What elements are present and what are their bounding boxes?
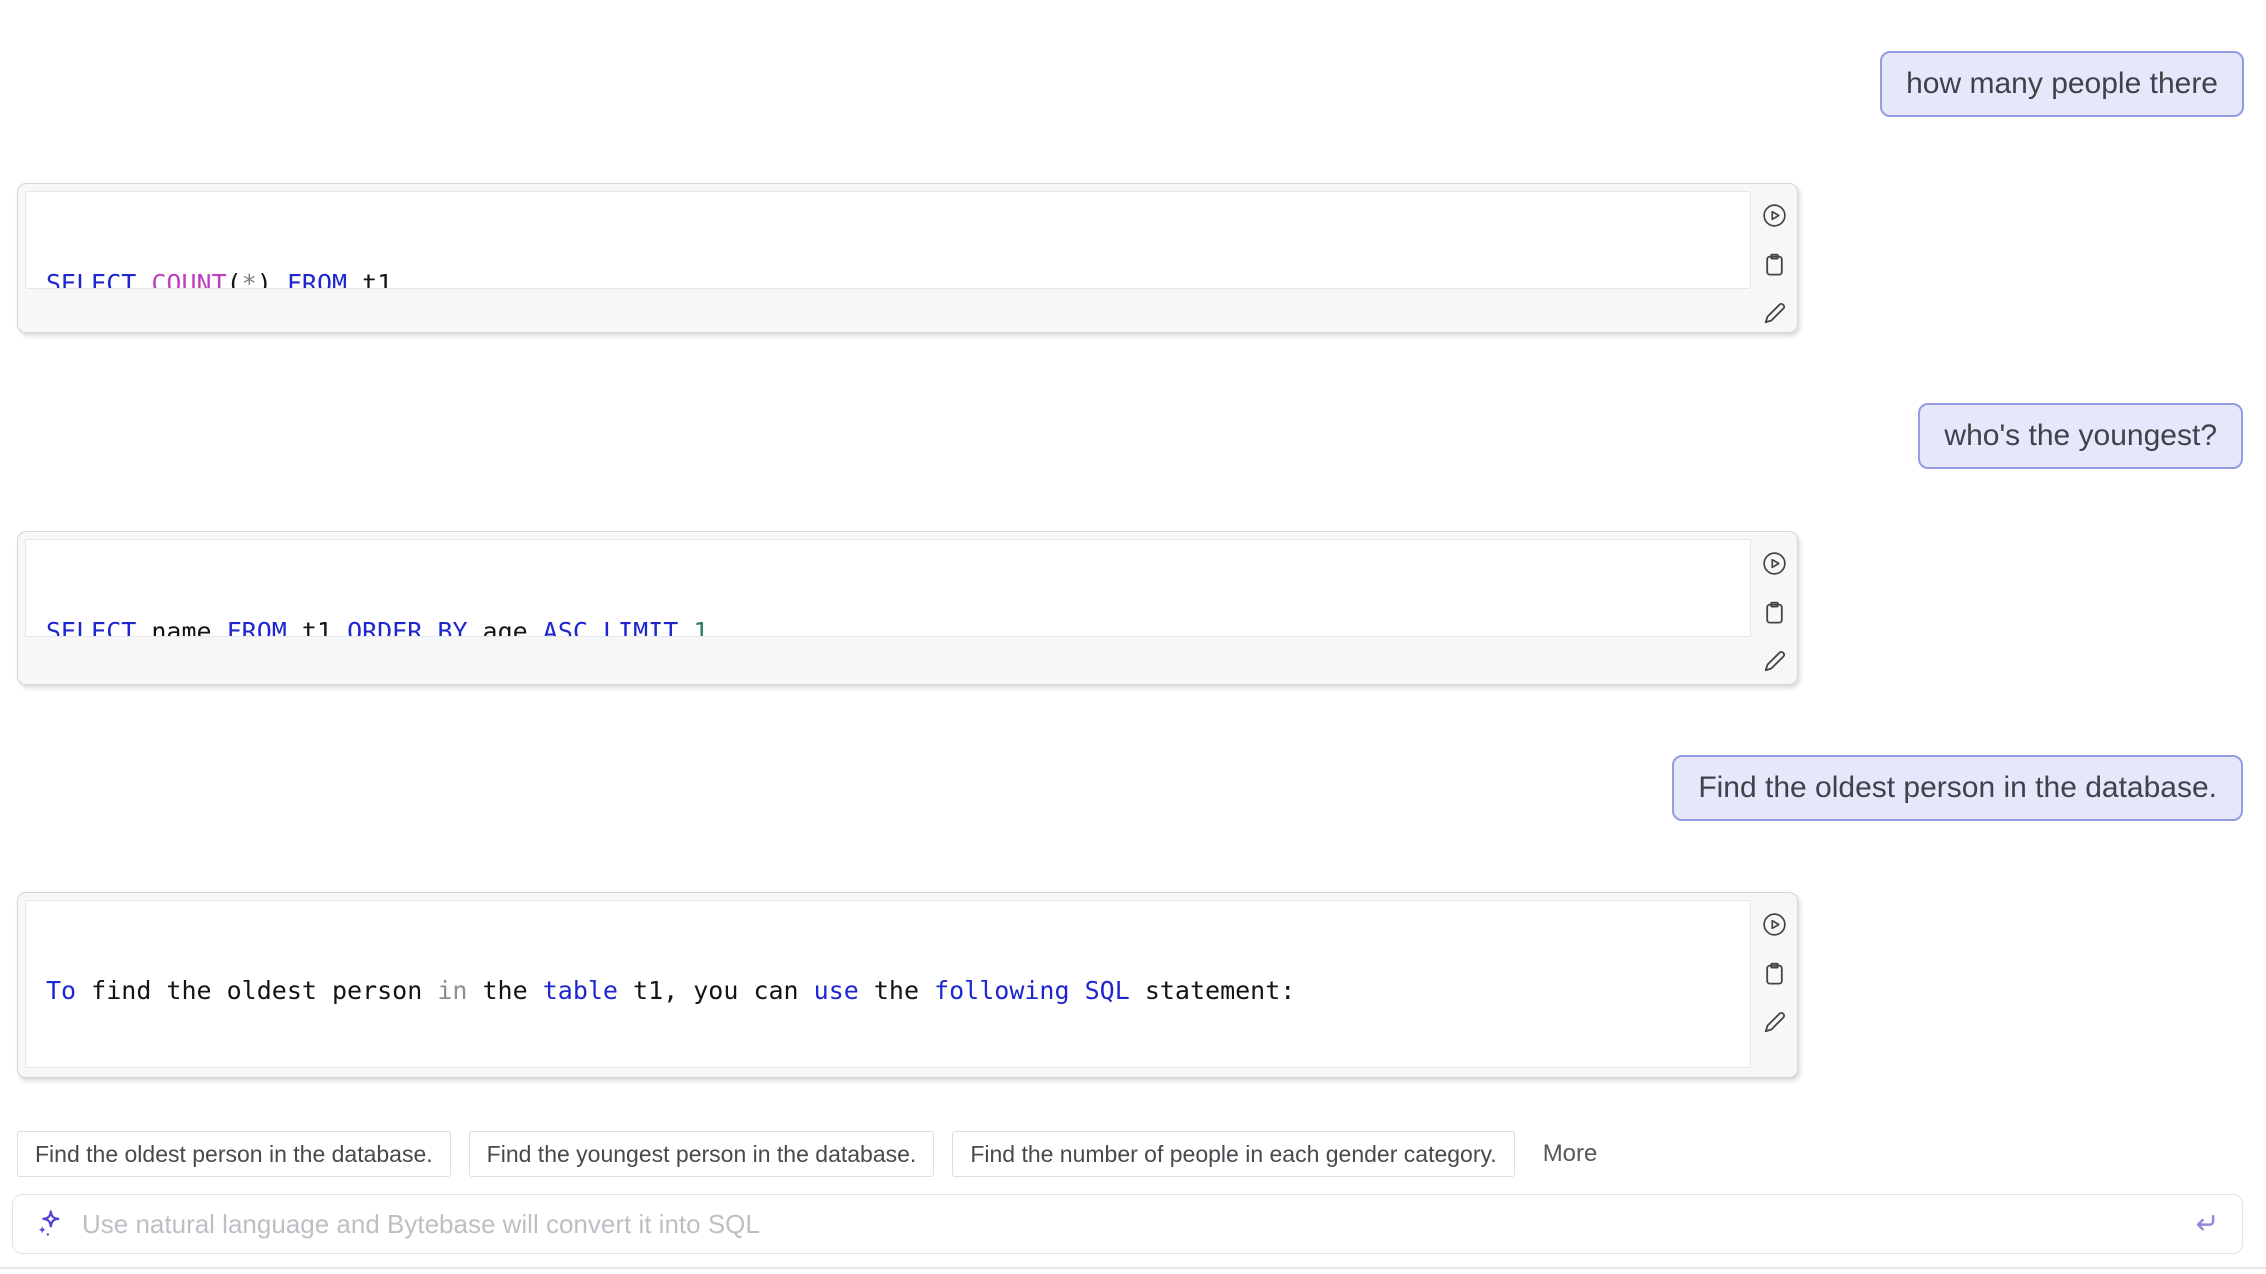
user-message-bubble: who's the youngest? [1918, 403, 2243, 469]
play-circle-icon [1761, 550, 1788, 580]
sql-code-line: SELECT name FROM t1 ORDER BY age ASC LIM… [46, 608, 1750, 637]
edit-sql-button[interactable] [1760, 301, 1788, 329]
return-arrow-icon [2190, 1208, 2220, 1241]
sql-response-card: SELECT COUNT(*) FROM t1 [17, 183, 1798, 333]
edit-sql-button[interactable] [1760, 649, 1788, 677]
sql-code-line: SELECT COUNT(*) FROM t1 [46, 260, 1750, 289]
nl2sql-input-bar [12, 1194, 2243, 1254]
suggestion-chip-youngest[interactable]: Find the youngest person in the database… [469, 1131, 935, 1177]
run-sql-button[interactable] [1760, 203, 1788, 231]
sql-response-card: SELECT name FROM t1 ORDER BY age ASC LIM… [17, 531, 1798, 685]
natural-language-input[interactable] [80, 1208, 2180, 1241]
submit-query-button[interactable] [2190, 1208, 2220, 1241]
copy-sql-button[interactable] [1760, 600, 1788, 628]
sql-editor[interactable]: SELECT name FROM t1 ORDER BY age ASC LIM… [25, 539, 1751, 637]
card-action-bar [1756, 203, 1792, 329]
bottom-divider [0, 1267, 2266, 1269]
pencil-icon [1761, 1009, 1788, 1039]
run-sql-button[interactable] [1760, 551, 1788, 579]
play-circle-icon [1761, 911, 1788, 941]
suggestion-row: Find the oldest person in the database. … [17, 1131, 1607, 1177]
pencil-icon [1761, 648, 1788, 678]
pencil-icon [1761, 300, 1788, 330]
play-circle-icon [1761, 202, 1788, 232]
sql-response-card: To find the oldest person in the table t… [17, 892, 1798, 1078]
more-suggestions-button[interactable]: More [1533, 1140, 1608, 1168]
suggestion-chip-oldest[interactable]: Find the oldest person in the database. [17, 1131, 451, 1177]
clipboard-icon [1761, 251, 1788, 281]
clipboard-icon [1761, 599, 1788, 629]
run-sql-button[interactable] [1760, 912, 1788, 940]
edit-sql-button[interactable] [1760, 1010, 1788, 1038]
sql-editor[interactable]: SELECT COUNT(*) FROM t1 [25, 191, 1751, 289]
ai-sparkle-icon [34, 1208, 66, 1240]
explanation-line: To find the oldest person in the table t… [46, 963, 1750, 1019]
clipboard-icon [1761, 960, 1788, 990]
card-action-bar [1756, 551, 1792, 677]
sql-editor[interactable]: To find the oldest person in the table t… [25, 900, 1751, 1068]
user-message-bubble: how many people there [1880, 51, 2244, 117]
suggestion-chip-gender[interactable]: Find the number of people in each gender… [952, 1131, 1514, 1177]
copy-sql-button[interactable] [1760, 961, 1788, 989]
user-message-bubble: Find the oldest person in the database. [1672, 755, 2243, 821]
copy-sql-button[interactable] [1760, 252, 1788, 280]
card-action-bar [1756, 912, 1792, 1038]
